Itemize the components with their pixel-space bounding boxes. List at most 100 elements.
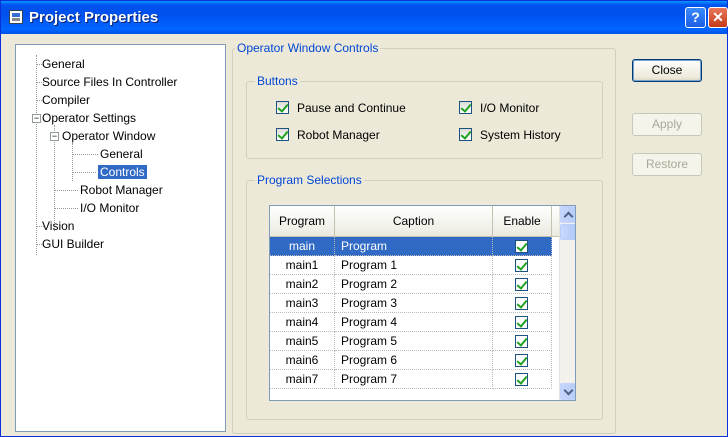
enable-cell [493, 256, 552, 275]
pause-continue-checkbox[interactable] [276, 101, 289, 114]
tree-connector [72, 172, 96, 173]
table-row[interactable]: main3 Program 3 [270, 294, 559, 313]
enable-checkbox[interactable] [515, 354, 528, 367]
tree-item-controls[interactable]: Controls [98, 163, 147, 181]
tree-item-vision[interactable]: Vision [42, 217, 74, 235]
caption-cell[interactable]: Program 5 [335, 332, 493, 351]
apply-button[interactable]: Apply [632, 113, 702, 136]
enable-checkbox[interactable] [515, 335, 528, 348]
caption-cell[interactable]: Program 1 [335, 256, 493, 275]
program-cell: main7 [270, 370, 335, 389]
caption-cell[interactable]: Program 6 [335, 351, 493, 370]
tree-item-robot-manager[interactable]: Robot Manager [80, 181, 163, 199]
enable-checkbox[interactable] [515, 259, 528, 272]
program-cell: main6 [270, 351, 335, 370]
tree-item-label: Source Files In Controller [42, 75, 178, 89]
enable-cell [493, 237, 552, 256]
project-properties-icon [9, 10, 23, 24]
collapse-operator-settings-icon[interactable]: − [32, 114, 41, 123]
tree-item-label: General [42, 57, 85, 71]
program-cell: main4 [270, 313, 335, 332]
enable-checkbox[interactable] [515, 373, 528, 386]
enable-cell [493, 332, 552, 351]
tree-item-label: Robot Manager [80, 183, 163, 197]
buttons-group-title: Buttons [255, 74, 300, 88]
system-history-label: System History [480, 128, 561, 142]
tree-item-label: General [100, 147, 143, 161]
table-row[interactable]: main Program [270, 237, 559, 256]
tree-item-label: Controls [98, 165, 147, 179]
scroll-up-arrow-icon[interactable] [560, 206, 575, 223]
scrollbar-thumb[interactable] [560, 224, 575, 240]
enable-checkbox[interactable] [515, 278, 528, 291]
tree-item-general[interactable]: General [42, 55, 85, 73]
caption-cell[interactable]: Program 4 [335, 313, 493, 332]
table-row[interactable]: main4 Program 4 [270, 313, 559, 332]
tree-item-gui-builder[interactable]: GUI Builder [42, 235, 104, 253]
robot-manager-label: Robot Manager [297, 128, 380, 142]
program-grid[interactable]: Program Caption Enable main Program main… [269, 205, 576, 401]
scroll-down-arrow-icon[interactable] [560, 383, 575, 400]
caption-cell[interactable]: Program 3 [335, 294, 493, 313]
window-close-button[interactable]: ✕ [708, 7, 728, 28]
tree-item-compiler[interactable]: Compiler [42, 91, 90, 109]
enable-cell [493, 275, 552, 294]
tree-item-operator-settings[interactable]: Operator Settings [42, 109, 136, 127]
tree-item-label: Compiler [42, 93, 91, 107]
tree-item-source-files[interactable]: Source Files In Controller [42, 73, 177, 91]
grid-header: Program Caption Enable [270, 206, 559, 237]
tree-connector [72, 154, 98, 155]
caption-cell[interactable]: Program 7 [335, 370, 493, 389]
title-bar[interactable]: Project Properties ? ✕ [1, 1, 728, 34]
close-button[interactable]: Close [632, 59, 702, 82]
table-row[interactable]: main2 Program 2 [270, 275, 559, 294]
caption-cell[interactable]: Program 2 [335, 275, 493, 294]
enable-cell [493, 294, 552, 313]
help-button[interactable]: ? [685, 7, 706, 28]
pause-continue-label: Pause and Continue [297, 101, 406, 115]
program-cell: main5 [270, 332, 335, 351]
restore-button[interactable]: Restore [632, 153, 702, 176]
tree-item-io-monitor[interactable]: I/O Monitor [80, 199, 139, 217]
enable-cell [493, 351, 552, 370]
tree-item-window-general[interactable]: General [100, 145, 143, 163]
tree-item-label: GUI Builder [42, 237, 105, 251]
enable-cell [493, 313, 552, 332]
program-cell: main1 [270, 256, 335, 275]
tree-item-operator-window[interactable]: Operator Window [62, 127, 155, 145]
table-row[interactable]: main6 Program 6 [270, 351, 559, 370]
operator-window-controls-title: Operator Window Controls [235, 41, 381, 55]
program-cell: main3 [270, 294, 335, 313]
tree-connector [72, 143, 73, 181]
tree-item-label: Operator Settings [42, 111, 137, 125]
io-monitor-label: I/O Monitor [480, 101, 540, 115]
buttons-group [246, 81, 603, 159]
table-row[interactable]: main1 Program 1 [270, 256, 559, 275]
column-enable[interactable]: Enable [493, 206, 552, 237]
tree-connector [36, 55, 37, 255]
enable-cell [493, 370, 552, 389]
system-history-checkbox[interactable] [459, 128, 472, 141]
enable-checkbox[interactable] [515, 297, 528, 310]
program-cell: main [270, 237, 335, 256]
program-cell: main2 [270, 275, 335, 294]
io-monitor-checkbox[interactable] [459, 101, 472, 114]
enable-checkbox[interactable] [515, 316, 528, 329]
caption-cell[interactable]: Program [335, 237, 493, 256]
tree-connector [54, 208, 78, 209]
robot-manager-checkbox[interactable] [276, 128, 289, 141]
tree-item-label: Operator Window [62, 129, 156, 143]
table-row[interactable]: main5 Program 5 [270, 332, 559, 351]
grid-vertical-scrollbar[interactable] [559, 206, 575, 400]
window-title: Project Properties [29, 9, 159, 26]
tree-connector [54, 190, 78, 191]
tree-item-label: Vision [42, 219, 75, 233]
column-caption[interactable]: Caption [335, 206, 493, 237]
column-program[interactable]: Program [270, 206, 335, 237]
collapse-operator-window-icon[interactable]: − [50, 132, 59, 141]
program-selections-title: Program Selections [255, 173, 364, 187]
project-properties-window: Project Properties ? ✕ General Source Fi… [0, 0, 728, 437]
settings-tree[interactable]: General Source Files In Controller Compi… [15, 44, 226, 432]
enable-checkbox[interactable] [515, 240, 528, 253]
table-row[interactable]: main7 Program 7 [270, 370, 559, 389]
